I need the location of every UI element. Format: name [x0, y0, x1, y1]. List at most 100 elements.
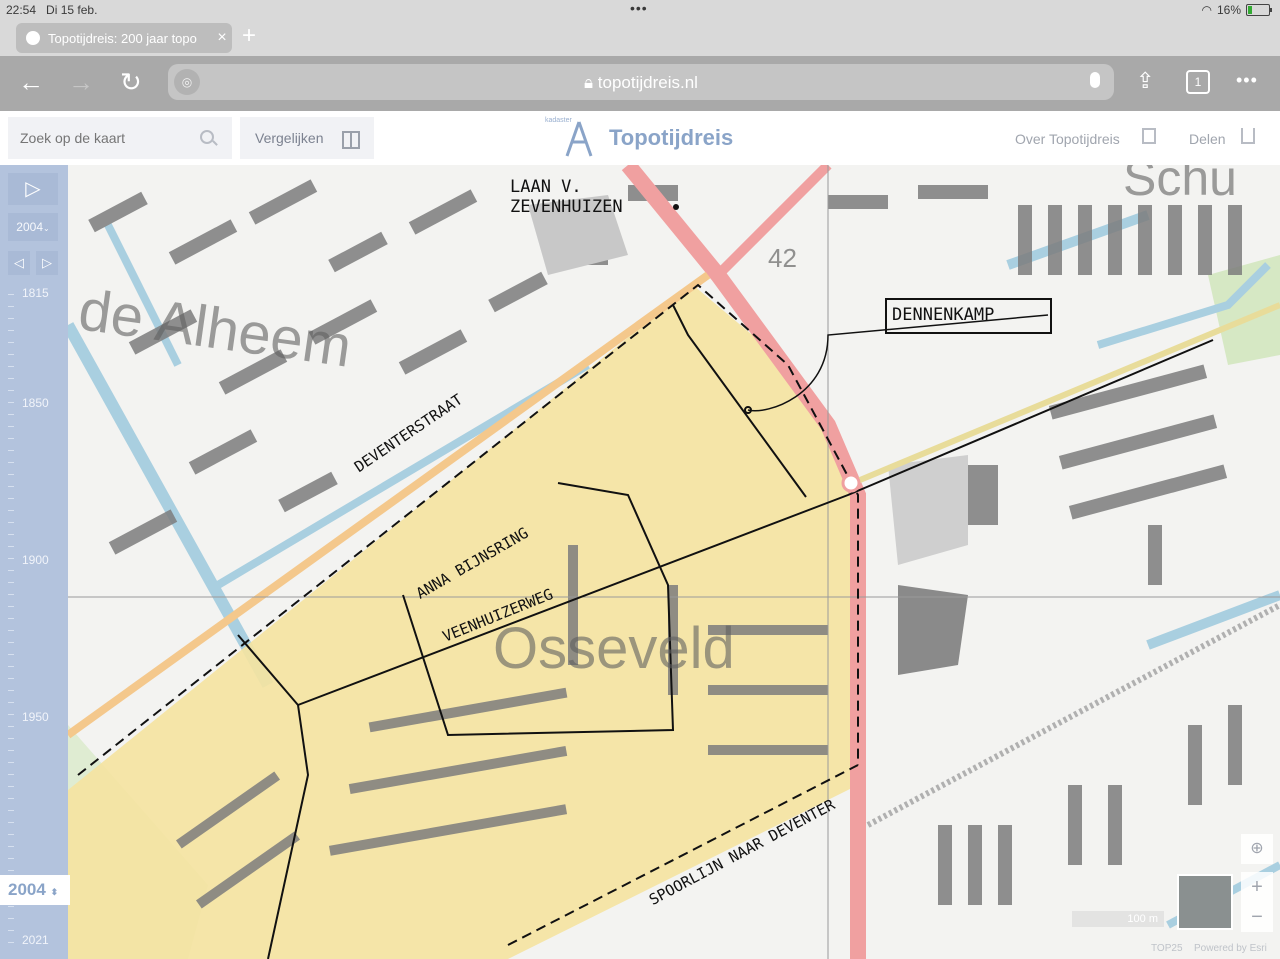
timeline-tick [8, 546, 14, 547]
timeline-tick [8, 438, 14, 439]
timeline-tick [8, 630, 14, 631]
share-button[interactable]: ⇪ [1136, 68, 1154, 94]
new-tab-button[interactable]: + [242, 22, 256, 50]
timeline-tick [8, 354, 14, 355]
timeline-current-year[interactable]: 2004 ⬍ [0, 875, 70, 905]
lock-icon: 🔒︎ [584, 73, 594, 92]
timeline-tick [8, 594, 14, 595]
topographic-map [68, 165, 1280, 959]
timeline-tick [8, 582, 14, 583]
status-bar: 22:54 Di 15 feb. ••• ◠ 16% [0, 0, 1280, 20]
share-link[interactable]: Delen [1189, 131, 1226, 147]
timeline-tick [8, 606, 14, 607]
timeline-tick [8, 786, 14, 787]
multitask-dots[interactable]: ••• [630, 0, 648, 16]
timeline-tick [8, 390, 14, 391]
crosshair-icon: ⊕ [1250, 840, 1264, 857]
timeline-tick [8, 318, 14, 319]
microphone-icon[interactable] [1090, 72, 1100, 88]
map-canvas[interactable]: de Alheem Osseveld Schu 42 LAAN V. ZEVEN… [68, 165, 1280, 959]
timeline-tick [8, 654, 14, 655]
timeline-tick [8, 870, 14, 871]
next-year-button[interactable]: ▷ [36, 251, 58, 275]
timeline-tick [8, 942, 14, 943]
tabs-count: 1 [1186, 70, 1210, 94]
timeline-tick [8, 822, 14, 823]
chevron-right-icon: ▷ [42, 255, 52, 270]
timeline-tick [8, 750, 14, 751]
timeline-tick [8, 522, 14, 523]
timeline-tick [8, 810, 14, 811]
about-link[interactable]: Over Topotijdreis [1015, 131, 1120, 147]
search-icon[interactable] [200, 130, 214, 144]
previous-year-button[interactable]: ◁ [8, 251, 30, 275]
timeline-tick [8, 534, 14, 535]
address-bar[interactable]: ◎ 🔒︎ topotijdreis.nl [168, 64, 1114, 100]
scale-bar: 100 m [1072, 911, 1164, 927]
status-time: 22:54 Di 15 feb. [6, 3, 98, 17]
timeline-tick [8, 294, 14, 295]
browser-tab[interactable]: Topotijdreis: 200 jaar topo × [16, 23, 232, 53]
timeline-tick [8, 402, 14, 403]
timeline-sidebar: ▷ 2004⌄ ◁ ▷ 1815 1850 1900 1950 2021 200… [0, 165, 70, 959]
locate-button[interactable]: ⊕ [1241, 834, 1273, 864]
map-book-icon [1142, 128, 1156, 144]
back-button[interactable]: ← [18, 68, 44, 96]
timeline-label-2021: 2021 [22, 933, 49, 947]
timeline-label-1815: 1815 [22, 286, 49, 300]
basemap-toggle[interactable] [1177, 874, 1233, 930]
annotation-laan-zevenhuizen: LAAN V. ZEVENHUIZEN [510, 177, 623, 217]
reload-button[interactable]: ↻ [120, 68, 142, 96]
timeline-tick [8, 906, 14, 907]
timeline-tick [8, 930, 14, 931]
tabs-overview-button[interactable]: 1 [1186, 70, 1210, 94]
timeline-tick [8, 714, 14, 715]
timeline-tick [8, 474, 14, 475]
tab-title: Topotijdreis: 200 jaar topo [48, 30, 197, 46]
zoom-out-button[interactable]: − [1241, 902, 1273, 932]
timeline-tick [8, 918, 14, 919]
timeline-tick [8, 450, 14, 451]
share-icon [1241, 128, 1255, 144]
timeline-tick [8, 342, 14, 343]
split-view-icon [342, 131, 360, 149]
timeline-tick [8, 726, 14, 727]
compare-label: Vergelijken [255, 130, 324, 146]
url-text: 🔒︎ topotijdreis.nl [584, 73, 698, 92]
annotation-dennenkamp: DENNENKAMP [892, 305, 995, 325]
timeline-label-1950: 1950 [22, 710, 49, 724]
attribution-source: TOP25 [1151, 943, 1183, 954]
timeline-label-1900: 1900 [22, 553, 49, 567]
brand-name: Topotijdreis [609, 125, 734, 150]
road-number-label: 42 [768, 243, 797, 273]
timeline-tick [8, 846, 14, 847]
timeline-tick [8, 378, 14, 379]
play-button[interactable]: ▷ [8, 173, 58, 205]
map-search-input[interactable] [8, 117, 232, 159]
tab-bar: Topotijdreis: 200 jaar topo × + [0, 20, 1280, 56]
close-tab-button[interactable]: × [212, 29, 232, 47]
timeline-tick [8, 498, 14, 499]
timeline-tick [8, 414, 14, 415]
timeline-tick [8, 426, 14, 427]
zoom-in-button[interactable]: + [1241, 872, 1273, 902]
timeline-tick [8, 486, 14, 487]
attribution-esri[interactable]: Powered by Esri [1194, 943, 1267, 954]
brand-logo[interactable]: kadaster Topotijdreis [545, 114, 745, 162]
app-header: Vergelijken kadaster Topotijdreis Over T… [0, 111, 1280, 165]
timeline-tick [8, 666, 14, 667]
forward-button[interactable]: → [68, 68, 94, 96]
chevron-left-icon: ◁ [14, 255, 24, 270]
timeline-tick [8, 738, 14, 739]
timeline-tick [8, 798, 14, 799]
timeline-tick [8, 858, 14, 859]
battery-percent: 16% [1216, 3, 1241, 17]
more-menu-button[interactable]: ••• [1236, 70, 1258, 91]
compare-button[interactable]: Vergelijken [240, 117, 374, 159]
timeline-tick [8, 366, 14, 367]
timeline-tick [8, 678, 14, 679]
kadaster-logo-icon [565, 121, 593, 157]
year-select[interactable]: 2004⌄ [8, 213, 58, 241]
battery-icon [1246, 4, 1272, 16]
status-right: ◠ 16% [1201, 3, 1272, 17]
